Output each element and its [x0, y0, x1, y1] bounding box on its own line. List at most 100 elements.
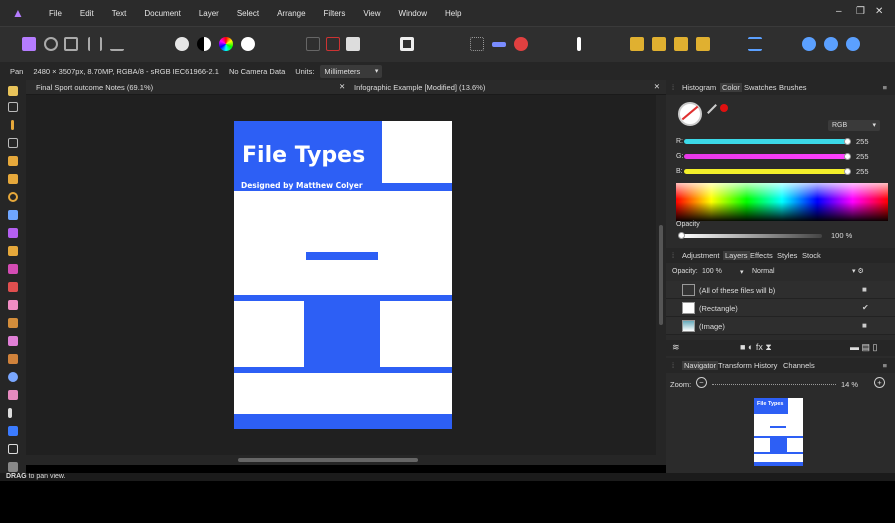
- tab-final-sport-notes[interactable]: Final Sport outcome Notes (69.1%): [36, 83, 153, 92]
- quick-mask-icon[interactable]: [306, 37, 320, 51]
- magnet-icon[interactable]: [514, 37, 528, 51]
- panel-menu-icon[interactable]: ≡: [883, 361, 887, 370]
- erase-brush-tool-icon[interactable]: [8, 282, 18, 292]
- hand-tool-icon[interactable]: [8, 86, 18, 96]
- align-icon[interactable]: [748, 37, 762, 51]
- canvas-area[interactable]: File Types Designed by Matthew Colyer: [26, 95, 656, 455]
- snapping-icon[interactable]: [492, 42, 506, 47]
- dodge-tool-icon[interactable]: [8, 318, 18, 328]
- menu-file[interactable]: File: [49, 9, 62, 18]
- paint-brush-tool-icon[interactable]: [8, 228, 18, 238]
- smudge-tool-icon[interactable]: [8, 390, 18, 400]
- text-tool-icon[interactable]: [8, 444, 18, 454]
- arrange-back-icon[interactable]: [652, 37, 666, 51]
- tab-navigator[interactable]: Navigator: [682, 361, 719, 370]
- menu-window[interactable]: Window: [399, 9, 427, 18]
- crop-tool-icon[interactable]: [8, 138, 18, 148]
- tab-stock[interactable]: Stock: [802, 251, 821, 260]
- blend-mode-dropdown[interactable]: Normal: [752, 268, 775, 275]
- channel-g-value[interactable]: 255: [856, 152, 869, 161]
- menu-view[interactable]: View: [363, 9, 380, 18]
- share-icon[interactable]: [846, 37, 860, 51]
- view-mode-icon[interactable]: [400, 37, 414, 51]
- arrange-forward-icon[interactable]: [630, 37, 644, 51]
- color-replacement-tool-icon[interactable]: [8, 264, 18, 274]
- vertical-scroll-thumb[interactable]: [659, 225, 663, 325]
- menu-select[interactable]: Select: [237, 9, 259, 18]
- layer-folder-icon[interactable]: ▬ ▤ ▯: [850, 342, 877, 353]
- opacity-slider[interactable]: [682, 234, 822, 238]
- zoom-value[interactable]: 14 %: [841, 380, 858, 389]
- grid-icon[interactable]: [470, 37, 484, 51]
- selection-brush-tool-icon[interactable]: [8, 156, 18, 166]
- menu-edit[interactable]: Edit: [80, 9, 94, 18]
- menu-text[interactable]: Text: [112, 9, 127, 18]
- freehand-select-tool-icon[interactable]: [8, 192, 18, 202]
- layer-row[interactable]: (All of these files will b) ■: [666, 281, 895, 299]
- layer-opacity-value[interactable]: 100 %: [702, 268, 722, 275]
- close-tab-icon[interactable]: ✕: [339, 82, 345, 91]
- persona-photo-icon[interactable]: [22, 37, 36, 51]
- channel-r-slider[interactable]: [684, 139, 849, 144]
- layer-row[interactable]: (Image) ■: [666, 317, 895, 335]
- channel-g-slider[interactable]: [684, 154, 849, 159]
- channel-r-value[interactable]: 255: [856, 137, 869, 146]
- vertical-scrollbar[interactable]: [656, 95, 666, 455]
- blur-tool-icon[interactable]: [8, 372, 18, 382]
- invert-selection-icon[interactable]: [346, 37, 360, 51]
- opacity-knob[interactable]: [678, 232, 685, 239]
- persona-develop-icon[interactable]: [64, 37, 78, 51]
- persona-liquify-icon[interactable]: [44, 37, 58, 51]
- menu-document[interactable]: Document: [144, 9, 180, 18]
- auto-levels-icon[interactable]: [175, 37, 189, 51]
- layer-actions-icon[interactable]: ■ ◐ fx ⧗: [740, 342, 772, 353]
- stroke-color-well[interactable]: [720, 104, 728, 112]
- move-tool-icon[interactable]: [8, 102, 18, 112]
- arrange-bottom-icon[interactable]: [696, 37, 710, 51]
- menu-filters[interactable]: Filters: [324, 9, 346, 18]
- horizontal-scrollbar[interactable]: [26, 455, 666, 465]
- tab-history[interactable]: History: [754, 361, 777, 370]
- tab-effects[interactable]: Effects: [750, 251, 773, 260]
- zoom-in-icon[interactable]: +: [874, 377, 885, 388]
- pen-tool-icon[interactable]: [8, 408, 12, 418]
- clone-tool-icon[interactable]: [8, 336, 18, 346]
- tab-layers[interactable]: Layers: [723, 251, 750, 260]
- navigator-preview[interactable]: File Types: [754, 398, 803, 466]
- tab-histogram[interactable]: Histogram: [682, 83, 716, 92]
- document-page[interactable]: File Types Designed by Matthew Colyer: [234, 121, 452, 429]
- tab-adjustment[interactable]: Adjustment: [682, 251, 720, 260]
- tab-color[interactable]: Color: [720, 83, 742, 92]
- transform-icon[interactable]: [824, 37, 838, 51]
- user-icon[interactable]: [802, 37, 816, 51]
- color-picker-tool-icon[interactable]: [11, 120, 14, 130]
- layer-visibility-icon[interactable]: ✔: [862, 303, 869, 312]
- assistant-icon[interactable]: [577, 37, 581, 51]
- flood-select-tool-icon[interactable]: [8, 174, 18, 184]
- healing-tool-icon[interactable]: [8, 354, 18, 364]
- zoom-slider[interactable]: [712, 384, 836, 385]
- persona-tonemap-icon[interactable]: [88, 37, 102, 51]
- zoom-tool-icon[interactable]: [8, 462, 18, 472]
- channel-r-knob[interactable]: [844, 138, 851, 145]
- layer-row[interactable]: (Rectangle) ✔: [666, 299, 895, 317]
- menu-help[interactable]: Help: [445, 9, 461, 18]
- close-window-icon[interactable]: ✕: [875, 6, 883, 17]
- layer-visibility-icon[interactable]: ■: [862, 321, 867, 330]
- tab-channels[interactable]: Channels: [783, 361, 815, 370]
- eraser-tool-icon[interactable]: [8, 300, 18, 310]
- channel-b-slider[interactable]: [684, 169, 849, 174]
- color-mode-dropdown[interactable]: RGB ▾: [828, 120, 880, 131]
- restore-icon[interactable]: ❐: [856, 6, 865, 17]
- picker-icon[interactable]: [707, 104, 717, 114]
- tab-transform[interactable]: Transform: [718, 361, 752, 370]
- menu-layer[interactable]: Layer: [199, 9, 219, 18]
- zoom-out-icon[interactable]: −: [696, 377, 707, 388]
- refine-selection-icon[interactable]: [326, 37, 340, 51]
- channel-b-value[interactable]: 255: [856, 167, 869, 176]
- opacity-value[interactable]: 100 %: [831, 231, 852, 240]
- units-dropdown[interactable]: Millimeters: [320, 64, 383, 78]
- auto-colors-icon[interactable]: [219, 37, 233, 51]
- close-document-icon[interactable]: ✕: [654, 82, 660, 91]
- tab-infographic-example[interactable]: Infographic Example [Modified] (13.6%): [354, 83, 485, 92]
